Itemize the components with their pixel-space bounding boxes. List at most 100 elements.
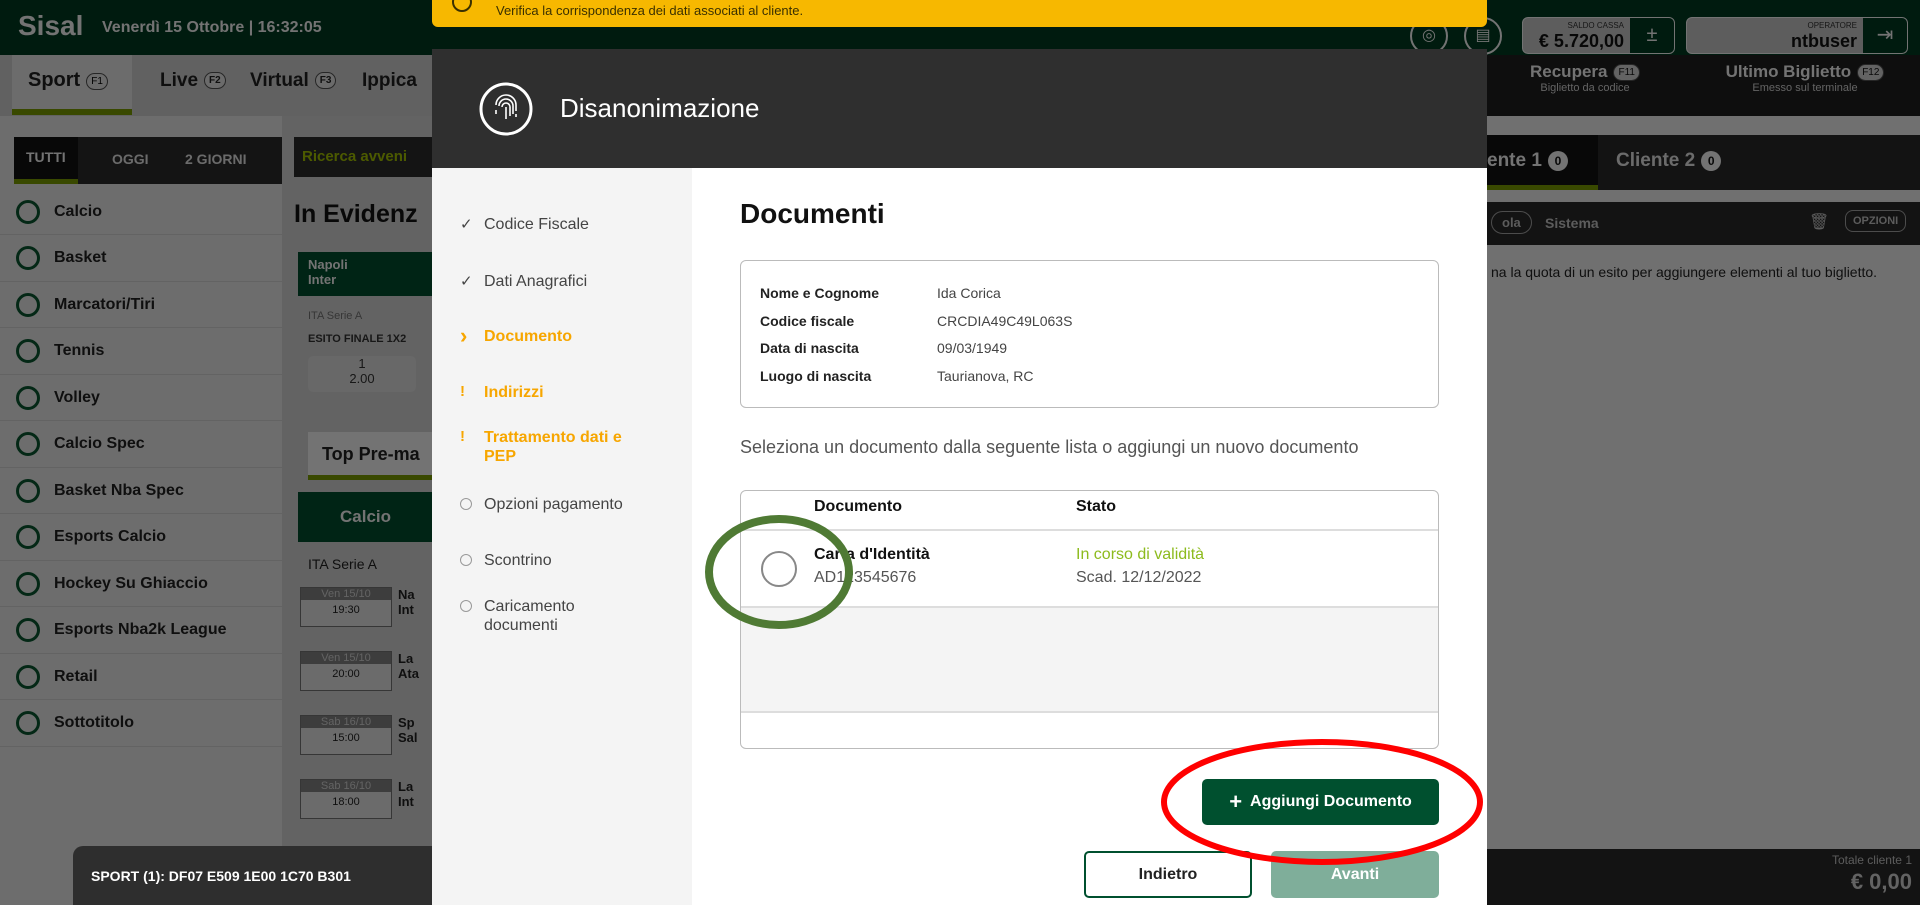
- info-label: Luogo di nascita: [760, 367, 872, 384]
- add-document-button[interactable]: + Aggiungi Documento: [1202, 779, 1439, 825]
- event-row[interactable]: Sab 16/10 15:00 Sp Sal: [292, 709, 432, 759]
- sidebar-item[interactable]: Esports Calcio: [0, 515, 282, 561]
- column-header-stato: Stato: [1076, 498, 1116, 515]
- opzioni-button[interactable]: OPZIONI: [1845, 210, 1907, 232]
- sidebar-item[interactable]: Marcatori/Tiri: [0, 282, 282, 328]
- featured-match[interactable]: Napoli Inter: [298, 252, 432, 296]
- info-value: CRCDIA49C49L063S: [937, 312, 1073, 329]
- check-icon: ✓: [460, 216, 473, 233]
- check-icon: ✓: [460, 273, 473, 290]
- top-prematch-tab[interactable]: Top Pre-ma: [308, 432, 432, 480]
- wizard-step[interactable]: Caricamento documenti: [460, 597, 670, 635]
- tab-cliente-2[interactable]: Cliente 20: [1616, 150, 1722, 172]
- odd-button[interactable]: 1 2.00: [308, 356, 416, 392]
- sidebar-item-label: Retail: [54, 667, 98, 685]
- sidebar-item-label: Basket Nba Spec: [54, 481, 184, 499]
- sidebar-item[interactable]: Hockey Su Ghiaccio: [0, 561, 282, 607]
- event-time: 19:30: [332, 604, 360, 616]
- search-events[interactable]: Ricerca avveni: [294, 137, 432, 177]
- filter-oggi[interactable]: OGGI: [112, 151, 149, 167]
- sidebar-item[interactable]: Basket Nba Spec: [0, 468, 282, 514]
- client-info-card: [740, 260, 1439, 408]
- ultimo-biglietto-button[interactable]: Ultimo Biglietto F12 Emesso sul terminale: [1690, 62, 1920, 94]
- event-row[interactable]: Ven 15/10 20:00 La Ata: [292, 645, 432, 695]
- sidebar-item-label: Sottotitolo: [54, 714, 134, 731]
- saldo-cassa: SALDO CASSA € 5.720,00 ±: [1522, 17, 1675, 54]
- warning-toast: Verifica la corrispondenza dei dati asso…: [432, 0, 1487, 27]
- sidebar-item-label: Calcio: [54, 202, 103, 220]
- event-teams: La Ata: [398, 651, 419, 681]
- toast-text: Verifica la corrispondenza dei dati asso…: [496, 3, 804, 18]
- team-home: Napoli: [308, 257, 348, 272]
- tab-live[interactable]: Live F2: [160, 70, 226, 92]
- wizard-step[interactable]: ! Indirizzi: [460, 383, 670, 402]
- document-expiry: Scad. 12/12/2022: [1076, 569, 1202, 586]
- section-title: Documenti: [740, 198, 885, 229]
- sidebar-item[interactable]: Calcio: [0, 189, 282, 235]
- fingerprint-icon: [479, 82, 533, 135]
- tab-sport[interactable]: Sport F1: [12, 55, 132, 115]
- team-home: Na: [398, 587, 415, 602]
- filter-2-giorni[interactable]: 2 GIORNI: [185, 151, 246, 167]
- step-label: Documento: [484, 328, 572, 345]
- event-datetime: Ven 15/10 20:00: [300, 651, 392, 691]
- singola-button[interactable]: ola: [1491, 211, 1532, 234]
- wizard-step[interactable]: Scontrino: [460, 551, 670, 570]
- radio-icon: [16, 478, 40, 503]
- event-teams: Sp Sal: [398, 715, 418, 745]
- sidebar-item-label: Volley: [54, 388, 100, 406]
- sidebar-item[interactable]: Tennis: [0, 329, 282, 375]
- sidebar-item[interactable]: Esports Nba2k League: [0, 608, 282, 654]
- empty-ticket-message: na la quota di un esito per aggiungere e…: [1491, 264, 1878, 280]
- wizard-step[interactable]: › Documento: [460, 325, 670, 347]
- document-number: AD123545676: [814, 569, 917, 586]
- radio-icon: [16, 664, 40, 689]
- count-badge: 0: [1701, 150, 1722, 171]
- radio-icon: [16, 711, 40, 735]
- recupera-button[interactable]: Recupera F11 Biglietto da codice: [1480, 62, 1690, 94]
- tab-label: Virtual: [250, 70, 309, 91]
- step-label: Dati Anagrafici: [484, 273, 588, 290]
- info-label: Data di nascita: [760, 340, 859, 356]
- sisal-logo: Sisal: [18, 10, 84, 41]
- tab-ippica[interactable]: Ippica: [362, 70, 417, 92]
- sidebar-item[interactable]: Retail: [0, 654, 282, 700]
- event-datetime: Sab 16/10 18:00: [300, 779, 392, 819]
- tab-virtual[interactable]: Virtual F3: [250, 70, 337, 92]
- saldo-label: SALDO CASSA: [1567, 21, 1624, 30]
- wizard-step[interactable]: ✓ Dati Anagrafici: [460, 272, 670, 291]
- event-time: 15:00: [332, 732, 360, 744]
- wizard-step[interactable]: ✓ Codice Fiscale: [460, 215, 670, 234]
- sidebar-item-label: Marcatori/Tiri: [54, 295, 156, 313]
- wizard-step[interactable]: ! Trattamento dati e PEP: [460, 428, 670, 466]
- sistema-button[interactable]: Sistema: [1545, 215, 1599, 231]
- calcio-header[interactable]: Calcio: [298, 492, 432, 542]
- market-label: ESITO FINALE 1X2: [308, 333, 407, 345]
- radio-icon: [16, 525, 40, 549]
- logout-icon[interactable]: ⇥: [1863, 18, 1907, 53]
- radio-icon: [16, 246, 40, 270]
- document-select-radio[interactable]: [761, 551, 797, 587]
- sidebar-item[interactable]: Calcio Spec: [0, 422, 282, 468]
- recupera-label: Recupera: [1530, 62, 1608, 81]
- sidebar-item[interactable]: Sottotitolo: [0, 701, 282, 747]
- plus-icon: +: [1229, 789, 1243, 814]
- filter-tutti[interactable]: TUTTI: [14, 137, 78, 184]
- radio-icon: [16, 292, 40, 317]
- saldo-adjust-button[interactable]: ±: [1630, 18, 1674, 53]
- radio-icon: [16, 432, 40, 456]
- trash-icon[interactable]: 🗑: [1809, 212, 1829, 232]
- sidebar-item[interactable]: Basket: [0, 236, 282, 282]
- tab-cliente-1[interactable]: ente 10: [1487, 135, 1598, 190]
- wizard-step[interactable]: Opzioni pagamento: [460, 495, 670, 514]
- sidebar-item[interactable]: Volley: [0, 375, 282, 421]
- event-row[interactable]: Ven 15/10 19:30 Na Int: [292, 581, 432, 631]
- step-label: Scontrino: [484, 552, 552, 569]
- back-button[interactable]: Indietro: [1084, 851, 1252, 898]
- next-button[interactable]: Avanti: [1271, 851, 1439, 898]
- instruction-text: Seleziona un documento dalla seguente li…: [740, 437, 1359, 457]
- shortcut-badge: F12: [1857, 64, 1885, 82]
- info-label: Nome e Cognome: [760, 285, 880, 301]
- event-row[interactable]: Sab 16/10 18:00 La Int: [292, 773, 432, 823]
- tab-label: Sport: [28, 69, 81, 91]
